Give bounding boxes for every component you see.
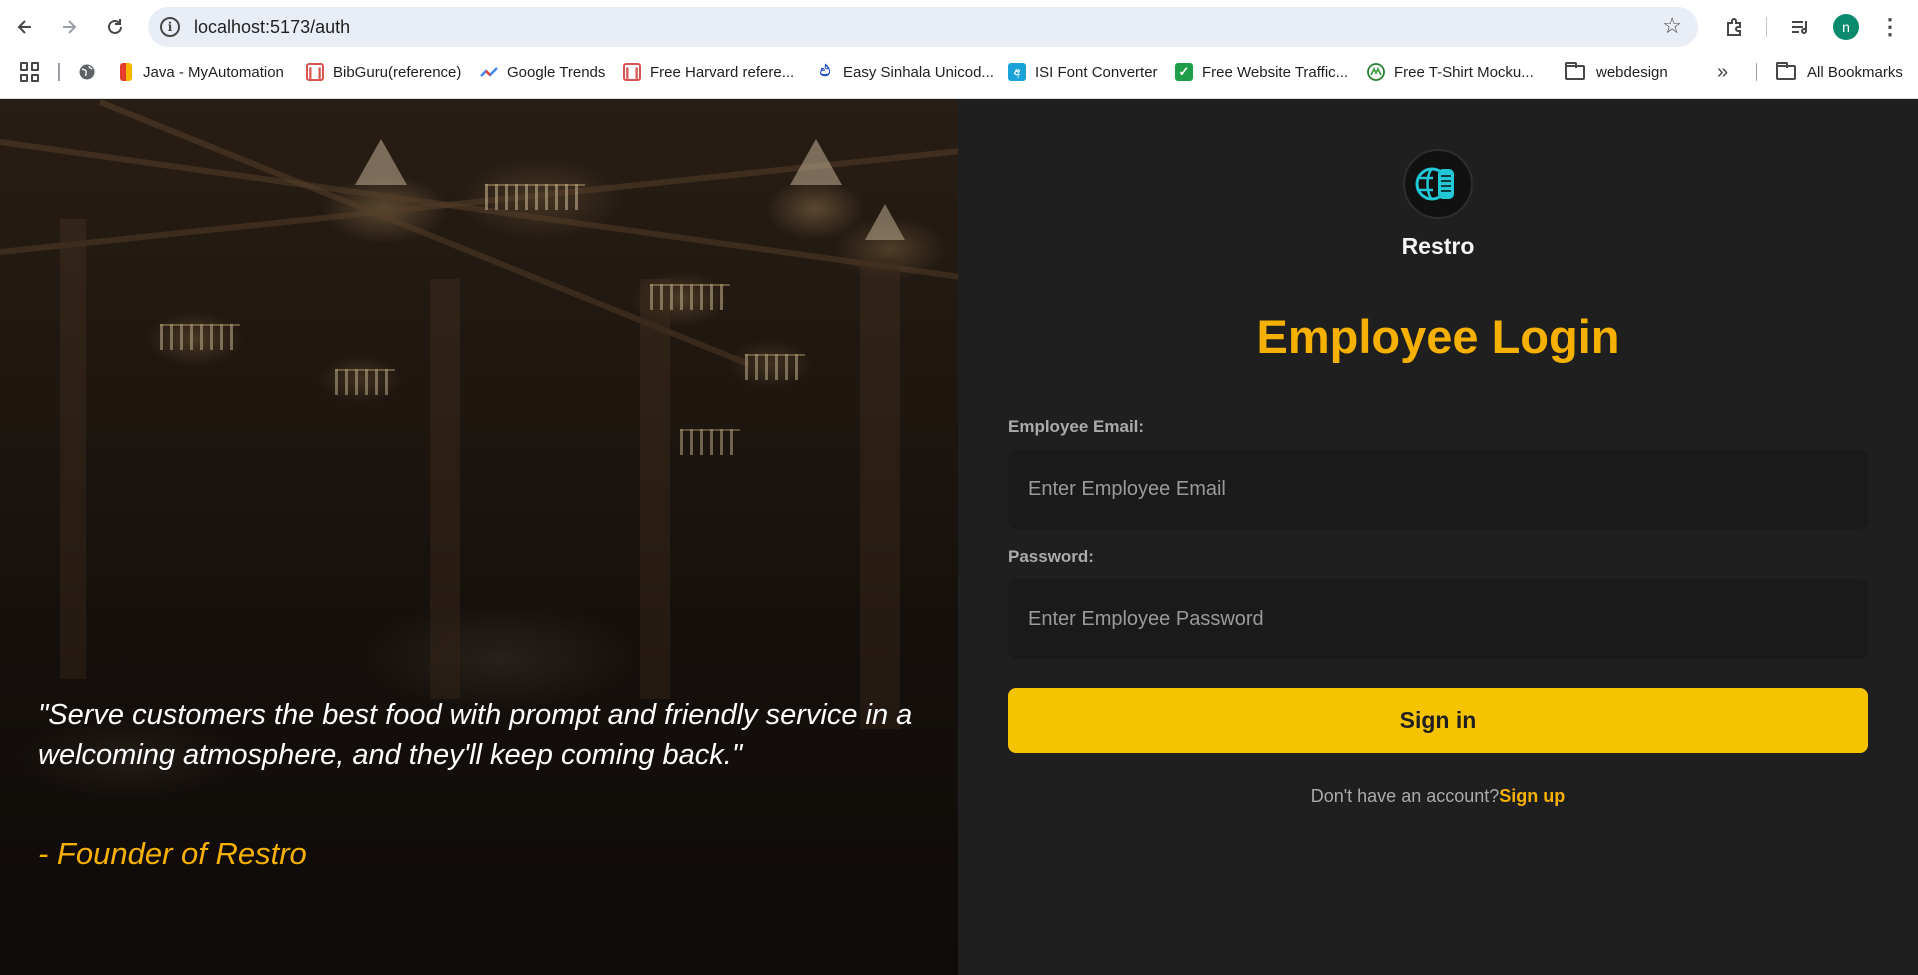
hero-quote-author: - Founder of Restro bbox=[38, 836, 307, 871]
site-info-icon[interactable]: i bbox=[160, 17, 180, 37]
bookmark-item[interactable]: ✓ Free Website Traffic... bbox=[1175, 61, 1348, 83]
password-label: Password: bbox=[1008, 547, 1094, 566]
bookmark-label: Java - MyAutomation bbox=[143, 63, 284, 81]
bookmark-item[interactable]: Java - MyAutomation bbox=[120, 61, 284, 83]
folder-icon bbox=[1565, 61, 1585, 80]
forward-icon[interactable] bbox=[53, 11, 85, 43]
bookmark-mockup-icon bbox=[1367, 63, 1385, 81]
login-panel: Restro Employee Login Employee Email: Pa… bbox=[958, 99, 1918, 975]
bookmark-item[interactable]: ඵ Easy Sinhala Unicod... bbox=[816, 61, 994, 83]
folder-icon bbox=[1776, 61, 1796, 80]
reload-icon[interactable] bbox=[99, 11, 131, 43]
bookmarks-divider bbox=[58, 63, 60, 81]
globe-logo-icon bbox=[1415, 167, 1454, 201]
page-title: Employee Login bbox=[1256, 310, 1620, 363]
bookmark-item[interactable]: Google Trends bbox=[480, 61, 605, 83]
bookmark-star-icon[interactable]: ☆ bbox=[1662, 13, 1682, 39]
bookmark-item[interactable]: ❙❙ Free Harvard refere... bbox=[623, 61, 794, 83]
bookmark-sinhala-icon: ඵ bbox=[819, 63, 831, 80]
avatar: n bbox=[1833, 14, 1859, 40]
email-field[interactable] bbox=[1008, 449, 1868, 529]
email-field-wrapper bbox=[1008, 449, 1868, 529]
bookmark-label: Easy Sinhala Unicod... bbox=[843, 63, 994, 81]
browser-menu-icon[interactable]: ⋮ bbox=[1876, 11, 1904, 43]
password-field[interactable] bbox=[1008, 579, 1868, 659]
bookmark-book-icon: ❙❙ bbox=[623, 63, 641, 81]
bookmark-globe[interactable] bbox=[78, 61, 105, 83]
globe-icon bbox=[78, 63, 96, 81]
bookmark-trends-icon bbox=[480, 63, 498, 81]
profile-button[interactable]: n bbox=[1830, 11, 1862, 43]
bookmark-font-icon: අ bbox=[1008, 63, 1026, 81]
signup-prompt: Don't have an account?Sign up bbox=[958, 786, 1918, 807]
bookmarks-overflow-icon[interactable]: » bbox=[1717, 61, 1728, 83]
brand-name: Restro bbox=[1401, 233, 1475, 259]
restro-logo bbox=[1403, 149, 1473, 219]
bookmark-folder-webdesign[interactable]: webdesign bbox=[1565, 61, 1668, 83]
back-icon[interactable] bbox=[9, 11, 41, 43]
bookmark-check-icon: ✓ bbox=[1175, 63, 1193, 81]
signup-prompt-text: Don't have an account? bbox=[1310, 786, 1500, 806]
password-field-wrapper bbox=[1008, 579, 1868, 659]
bookmark-label: ISI Font Converter bbox=[1035, 63, 1158, 81]
bookmark-label: Free Website Traffic... bbox=[1202, 63, 1349, 81]
all-bookmarks-button[interactable]: All Bookmarks bbox=[1776, 61, 1903, 83]
extensions-icon[interactable] bbox=[1720, 11, 1750, 43]
bookmark-book-icon: ❙❙ bbox=[306, 63, 324, 81]
bookmark-java-icon bbox=[120, 63, 132, 81]
sign-up-link[interactable]: Sign up bbox=[1499, 786, 1565, 806]
toolbar-divider bbox=[1766, 17, 1767, 37]
email-label: Employee Email: bbox=[1008, 417, 1145, 436]
bookmark-label: Free T-Shirt Mocku... bbox=[1394, 63, 1534, 81]
address-bar[interactable]: i localhost:5173/auth ☆ bbox=[148, 7, 1698, 47]
apps-grid-icon[interactable] bbox=[20, 62, 40, 82]
bookmark-item[interactable]: අ ISI Font Converter bbox=[1008, 61, 1158, 83]
bookmark-item[interactable]: Free T-Shirt Mocku... bbox=[1367, 61, 1534, 83]
hero-quote: "Serve customers the best food with prom… bbox=[38, 699, 913, 771]
bookmark-label: Free Harvard refere... bbox=[650, 63, 795, 81]
browser-chrome: i localhost:5173/auth ☆ n ⋮ Java - MyAut… bbox=[0, 0, 1918, 99]
bookmark-label: BibGuru(reference) bbox=[333, 63, 462, 81]
bookmark-item[interactable]: ❙❙ BibGuru(reference) bbox=[306, 61, 461, 83]
hero-restaurant-image: "Serve customers the best food with prom… bbox=[0, 99, 958, 975]
bookmarks-divider bbox=[1756, 63, 1757, 81]
url-text[interactable]: localhost:5173/auth bbox=[194, 17, 350, 38]
browser-toolbar: i localhost:5173/auth ☆ n ⋮ bbox=[0, 0, 1918, 54]
sign-in-button[interactable]: Sign in bbox=[1008, 688, 1868, 753]
bookmark-label: Google Trends bbox=[507, 63, 606, 81]
bookmarks-bar: Java - MyAutomation ❙❙ BibGuru(reference… bbox=[0, 54, 1918, 90]
bookmark-label: webdesign bbox=[1596, 63, 1668, 81]
all-bookmarks-label: All Bookmarks bbox=[1807, 63, 1903, 81]
media-control-icon[interactable] bbox=[1785, 11, 1815, 43]
